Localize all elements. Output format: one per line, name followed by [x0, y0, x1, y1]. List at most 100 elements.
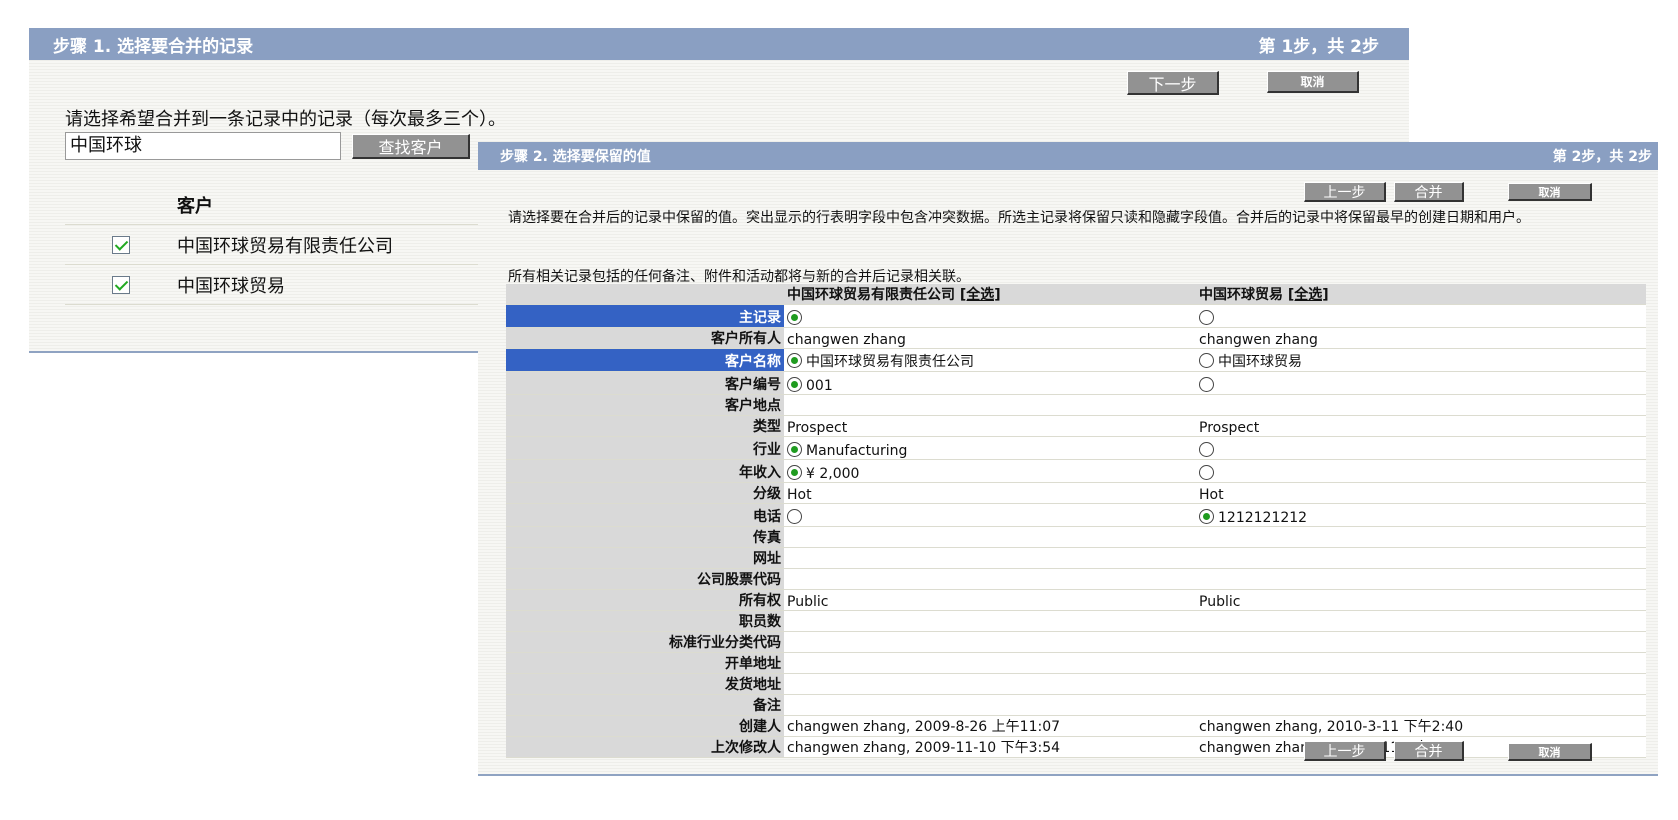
- rating-value-col2: Hot: [1196, 482, 1646, 504]
- field-label-rating: 分级: [506, 482, 784, 504]
- master-radio-col1[interactable]: [787, 310, 802, 325]
- field-label-owner: 客户所有人: [506, 327, 784, 349]
- number-radio-col2[interactable]: [1199, 377, 1214, 392]
- table-row: 创建人 changwen zhang, 2009-8-26 上午11:07 ch…: [506, 715, 1646, 737]
- merge-header-blank: [506, 284, 784, 305]
- field-label-site: 客户地点: [506, 394, 784, 416]
- field-label-website: 网址: [506, 547, 784, 569]
- name-radio-col2[interactable]: [1199, 353, 1214, 368]
- prev-step-button-bottom[interactable]: 上一步: [1304, 741, 1386, 761]
- revenue-radio-col2[interactable]: [1199, 465, 1214, 480]
- owner-value-col2: changwen zhang: [1196, 327, 1646, 349]
- field-label-type: 类型: [506, 415, 784, 437]
- step2-cancel-button[interactable]: 取消: [1508, 183, 1592, 201]
- table-row: 网址: [506, 547, 1646, 569]
- field-label-industry: 行业: [506, 436, 784, 460]
- type-value-col1: Prospect: [784, 415, 1196, 437]
- table-row: 主记录: [506, 304, 1646, 328]
- table-row: 客户所有人 changwen zhang changwen zhang: [506, 327, 1646, 349]
- step1-instruction: 请选择希望合并到一条记录中的记录（每次最多三个）。: [65, 109, 506, 130]
- field-label-revenue: 年收入: [506, 459, 784, 483]
- step1-indicator: 第 1步，共 2步: [1258, 36, 1380, 57]
- field-label-notes: 备注: [506, 694, 784, 716]
- prev-step-button[interactable]: 上一步: [1304, 182, 1386, 202]
- table-row: 发货地址: [506, 673, 1646, 695]
- field-label-sic: 标准行业分类代码: [506, 631, 784, 653]
- industry-radio-col2[interactable]: [1199, 442, 1214, 457]
- step2-cancel-button-bottom[interactable]: 取消: [1508, 743, 1592, 761]
- table-row: 上次修改人 changwen zhang, 2009-11-10 下午3:54 …: [506, 736, 1646, 758]
- table-row: 类型 Prospect Prospect: [506, 415, 1646, 437]
- field-label-name: 客户名称: [506, 348, 784, 372]
- field-label-billing: 开单地址: [506, 652, 784, 674]
- step1-title: 步骤 1. 选择要合并的记录: [53, 36, 254, 57]
- search-input[interactable]: 中国环球: [65, 132, 341, 160]
- table-row: 公司股票代码: [506, 568, 1646, 590]
- table-row: 年收入 ¥ 2,000: [506, 459, 1646, 483]
- created-by-value-col1: changwen zhang, 2009-8-26 上午11:07: [784, 715, 1196, 737]
- step2-panel: 步骤 2. 选择要保留的值 第 2步，共 2步 上一步 合并 取消 请选择要在合…: [478, 142, 1658, 776]
- select-checkbox[interactable]: [112, 235, 130, 254]
- merge-header-col1: 中国环球贸易有限责任公司 [全选]: [784, 284, 1196, 305]
- table-row: 行业 Manufacturing: [506, 436, 1646, 460]
- phone-radio-col2[interactable]: [1199, 509, 1214, 524]
- created-by-value-col2: changwen zhang, 2010-3-11 下午2:40: [1196, 715, 1646, 737]
- table-row: 客户名称 中国环球贸易有限责任公司 中国环球贸易: [506, 348, 1646, 372]
- type-value-col2: Prospect: [1196, 415, 1646, 437]
- step2-instruction-related: 所有相关记录包括的任何备注、附件和活动都将与新的合并后记录相关联。: [508, 269, 970, 285]
- number-radio-col1[interactable]: [787, 377, 802, 392]
- step2-title: 步骤 2. 选择要保留的值: [500, 149, 651, 165]
- merge-button-bottom[interactable]: 合并: [1394, 741, 1464, 761]
- account-name: 中国环球贸易: [177, 275, 285, 297]
- find-account-button[interactable]: 查找客户: [352, 134, 470, 159]
- field-label-employees: 职员数: [506, 610, 784, 632]
- select-all-col1-link[interactable]: [全选]: [960, 287, 1001, 303]
- table-row: 分级 Hot Hot: [506, 482, 1646, 504]
- table-row: 所有权 Public Public: [506, 589, 1646, 611]
- table-row: 传真: [506, 526, 1646, 548]
- results-header-row: 客户: [65, 185, 505, 225]
- field-label-created-by: 创建人: [506, 715, 784, 737]
- step1-header: 步骤 1. 选择要合并的记录 第 1步，共 2步: [29, 28, 1409, 60]
- table-row: 电话 1212121212: [506, 503, 1646, 527]
- revenue-radio-col1[interactable]: [787, 465, 802, 480]
- table-row: 客户编号 001: [506, 371, 1646, 395]
- next-step-button[interactable]: 下一步: [1127, 71, 1219, 95]
- field-label-number: 客户编号: [506, 371, 784, 395]
- table-row: 开单地址: [506, 652, 1646, 674]
- field-label-shipping: 发货地址: [506, 673, 784, 695]
- table-row: 中国环球贸易: [65, 265, 505, 305]
- table-row: 备注: [506, 694, 1646, 716]
- field-label-master: 主记录: [506, 304, 784, 328]
- phone-radio-col1[interactable]: [787, 509, 802, 524]
- ownership-value-col2: Public: [1196, 589, 1646, 611]
- table-row: 客户地点: [506, 394, 1646, 416]
- field-label-phone: 电话: [506, 503, 784, 527]
- step1-cancel-button[interactable]: 取消: [1267, 71, 1359, 93]
- rating-value-col1: Hot: [784, 482, 1196, 504]
- modified-by-value-col1: changwen zhang, 2009-11-10 下午3:54: [784, 736, 1196, 758]
- owner-value-col1: changwen zhang: [784, 327, 1196, 349]
- account-name: 中国环球贸易有限责任公司: [177, 235, 393, 257]
- merge-header-col2: 中国环球贸易 [全选]: [1196, 284, 1646, 305]
- merge-button[interactable]: 合并: [1394, 182, 1464, 202]
- table-row: 职员数: [506, 610, 1646, 632]
- table-row: 标准行业分类代码: [506, 631, 1646, 653]
- field-label-fax: 传真: [506, 526, 784, 548]
- select-all-col2-link[interactable]: [全选]: [1288, 287, 1329, 303]
- column-header-account: 客户: [177, 195, 213, 217]
- step2-indicator: 第 2步，共 2步: [1552, 149, 1652, 165]
- step2-instruction: 请选择要在合并后的记录中保留的值。突出显示的行表明字段中包含冲突数据。所选主记录…: [508, 210, 1530, 226]
- name-radio-col1[interactable]: [787, 353, 802, 368]
- merge-table: 中国环球贸易有限责任公司 [全选] 中国环球贸易 [全选] 主记录 客户所有人 …: [506, 284, 1646, 758]
- ownership-value-col1: Public: [784, 589, 1196, 611]
- step2-header: 步骤 2. 选择要保留的值 第 2步，共 2步: [478, 142, 1658, 170]
- select-checkbox[interactable]: [112, 275, 130, 294]
- field-label-ownership: 所有权: [506, 589, 784, 611]
- results-table: 客户 中国环球贸易有限责任公司 中国环球贸易: [65, 185, 505, 305]
- table-row: 中国环球贸易有限责任公司: [65, 225, 505, 265]
- master-radio-col2[interactable]: [1199, 310, 1214, 325]
- industry-radio-col1[interactable]: [787, 442, 802, 457]
- field-label-modified-by: 上次修改人: [506, 736, 784, 758]
- field-label-ticker: 公司股票代码: [506, 568, 784, 590]
